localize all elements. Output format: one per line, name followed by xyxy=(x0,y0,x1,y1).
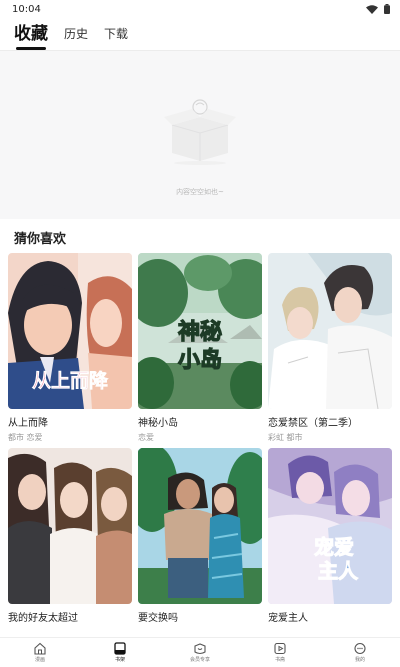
cover-title-text: 从上而降 xyxy=(32,369,109,392)
comic-cover xyxy=(138,448,262,604)
status-icons xyxy=(366,4,390,14)
cover-title-line2: 主人 xyxy=(318,559,359,583)
profile-icon xyxy=(353,642,367,655)
status-bar: 10:04 xyxy=(0,0,400,18)
recommend-grid: 从上而降 从上而降 都市 恋爱 神秘 小岛 神秘小岛 恋爱 恋爱禁区（第二季） … xyxy=(8,253,392,639)
comic-card[interactable]: 宠爱 主人 宠爱主人 xyxy=(268,448,392,639)
empty-box-icon xyxy=(162,95,238,165)
nav-bookshelf-label: 书架 xyxy=(114,657,125,663)
nav-vip-label: 会员专享 xyxy=(189,657,210,663)
bottom-nav: 漫画 书架 会员专享 书斋 我的 xyxy=(0,637,400,667)
wifi-icon xyxy=(366,4,378,14)
comic-card[interactable]: 要交换吗 xyxy=(138,448,262,639)
battery-icon xyxy=(384,4,390,14)
comic-tags: 都市 恋爱 xyxy=(8,433,43,442)
comic-card[interactable]: 神秘 小岛 神秘小岛 恋爱 xyxy=(138,253,262,444)
nav-bookshelf[interactable]: 书架 xyxy=(80,638,160,667)
comic-cover: 宠爱 主人 xyxy=(268,448,392,604)
comic-cover xyxy=(268,253,392,409)
comic-title: 要交换吗 xyxy=(138,613,178,624)
empty-state: 内容空空如也~ xyxy=(0,51,400,219)
comic-title: 我的好友太超过 xyxy=(8,613,78,624)
comic-title: 神秘小岛 xyxy=(138,418,178,429)
tab-history[interactable]: 历史 xyxy=(64,25,88,48)
cover-title-line1: 宠爱 xyxy=(314,535,354,559)
cover-title-line1: 神秘 xyxy=(178,319,222,344)
comic-title: 恋爱禁区（第二季） xyxy=(268,418,358,429)
nav-study[interactable]: 书斋 xyxy=(240,638,320,667)
bookshelf-icon xyxy=(113,642,127,655)
comic-tags: 彩虹 都市 xyxy=(268,433,303,442)
nav-home[interactable]: 漫画 xyxy=(0,638,80,667)
comic-card[interactable]: 从上而降 从上而降 都市 恋爱 xyxy=(8,253,132,444)
nav-vip[interactable]: 会员专享 xyxy=(160,638,240,667)
status-time: 10:04 xyxy=(12,3,41,15)
comic-card[interactable]: 恋爱禁区（第二季） 彩虹 都市 xyxy=(268,253,392,444)
comic-cover xyxy=(8,448,132,604)
comic-tags: 恋爱 xyxy=(138,433,154,442)
comic-cover: 神秘 小岛 xyxy=(138,253,262,409)
comic-card[interactable]: 我的好友太超过 xyxy=(8,448,132,639)
section-title: 猜你喜欢 xyxy=(14,232,67,247)
home-icon xyxy=(33,642,47,655)
play-icon xyxy=(273,642,287,655)
cover-title-line2: 小岛 xyxy=(178,347,222,372)
tab-downloads[interactable]: 下载 xyxy=(104,25,128,48)
vip-icon xyxy=(193,642,207,655)
nav-profile[interactable]: 我的 xyxy=(320,638,400,667)
empty-state-text: 内容空空如也~ xyxy=(176,188,224,196)
nav-profile-label: 我的 xyxy=(354,657,365,663)
tab-favorites[interactable]: 收藏 xyxy=(14,19,48,50)
nav-home-label: 漫画 xyxy=(34,657,45,663)
comic-title: 宠爱主人 xyxy=(268,613,308,624)
comic-cover: 从上而降 xyxy=(8,253,132,409)
nav-study-label: 书斋 xyxy=(274,657,285,663)
top-tabs: 收藏 历史 下载 xyxy=(0,18,400,50)
comic-title: 从上而降 xyxy=(8,418,48,429)
